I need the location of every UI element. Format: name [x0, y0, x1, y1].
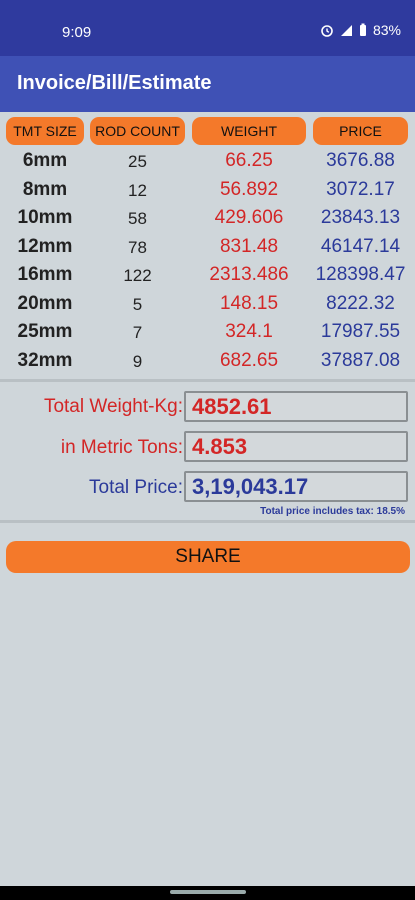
- row-weight: 682.65: [219, 349, 279, 371]
- row-weight: 2313.486: [209, 264, 289, 285]
- rod-table: 6mm 25 66.25 3676.88 8mm 12 56.892 3072.…: [0, 148, 415, 376]
- table-row: 8mm 12 56.892 3072.17: [0, 177, 415, 206]
- table-row: 6mm 25 66.25 3676.88: [0, 148, 415, 177]
- row-count: 78: [128, 237, 147, 257]
- divider: [0, 520, 415, 523]
- header-price: PRICE: [313, 117, 408, 145]
- table-row: 10mm 58 429.606 23843.13: [0, 205, 415, 234]
- row-size: 32mm: [17, 349, 73, 371]
- row-price: 46147.14: [320, 235, 401, 257]
- table-row: 20mm 5 148.15 8222.32: [0, 291, 415, 320]
- total-weight-label: Total Weight-Kg:: [43, 396, 183, 417]
- row-weight: 56.892: [219, 178, 279, 200]
- table-row: 16mm 122 2313.486 128398.47: [0, 262, 415, 291]
- row-price: 37887.08: [320, 349, 401, 371]
- row-size: 10mm: [17, 207, 73, 228]
- table-row: 32mm 9 682.65 37887.08: [0, 348, 415, 377]
- status-icons: 83%: [320, 22, 401, 38]
- row-weight: 831.48: [219, 235, 279, 257]
- total-price-label: Total Price:: [89, 477, 183, 498]
- home-handle[interactable]: [170, 890, 246, 894]
- share-button[interactable]: SHARE: [6, 541, 410, 573]
- row-count: 12: [128, 180, 147, 200]
- row-size: 20mm: [17, 292, 73, 314]
- header-weight: WEIGHT: [192, 117, 306, 145]
- tax-note: Total price includes tax: 18.5%: [260, 506, 405, 517]
- status-bar: 9:09 83%: [0, 0, 415, 56]
- alarm-icon: [321, 25, 333, 37]
- total-price-field: 3,19,043.17: [184, 471, 408, 502]
- row-price: 8222.32: [326, 292, 395, 314]
- row-count: 58: [128, 209, 147, 228]
- table-row: 25mm 7 324.1 17987.55: [0, 319, 415, 348]
- metric-tons-field: 4.853: [184, 431, 408, 462]
- row-count: 122: [123, 266, 152, 285]
- row-price: 3072.17: [326, 178, 395, 200]
- row-weight: 324.1: [225, 321, 273, 342]
- row-price: 17987.55: [320, 321, 401, 342]
- row-size: 25mm: [17, 321, 73, 342]
- page-title: Invoice/Bill/Estimate: [17, 72, 212, 94]
- row-weight: 429.606: [214, 207, 284, 228]
- table-row: 12mm 78 831.48 46147.14: [0, 234, 415, 263]
- header-rod-count: ROD COUNT: [90, 117, 185, 145]
- status-time: 9:09: [62, 24, 92, 41]
- battery-icon: [359, 23, 366, 36]
- total-weight-field: 4852.61: [184, 391, 408, 422]
- row-count: 7: [132, 323, 143, 342]
- navigation-bar: [0, 886, 415, 900]
- row-size: 6mm: [22, 150, 68, 171]
- row-price: 128398.47: [315, 264, 406, 285]
- row-size: 8mm: [22, 178, 68, 200]
- row-count: 25: [128, 152, 147, 171]
- row-price: 23843.13: [320, 207, 401, 228]
- row-size: 12mm: [17, 235, 73, 257]
- app-bar: Invoice/Bill/Estimate: [0, 56, 415, 112]
- row-price: 3676.88: [326, 150, 395, 171]
- row-weight: 148.15: [219, 292, 279, 314]
- battery-percent: 83%: [372, 22, 401, 38]
- divider: [0, 379, 415, 382]
- row-size: 16mm: [17, 264, 73, 285]
- row-count: 5: [132, 294, 143, 314]
- row-count: 9: [132, 351, 143, 371]
- metric-tons-label: in Metric Tons:: [60, 437, 183, 458]
- row-weight: 66.25: [225, 150, 273, 171]
- header-tmt-size: TMT SIZE: [6, 117, 84, 145]
- signal-icon: [340, 24, 352, 36]
